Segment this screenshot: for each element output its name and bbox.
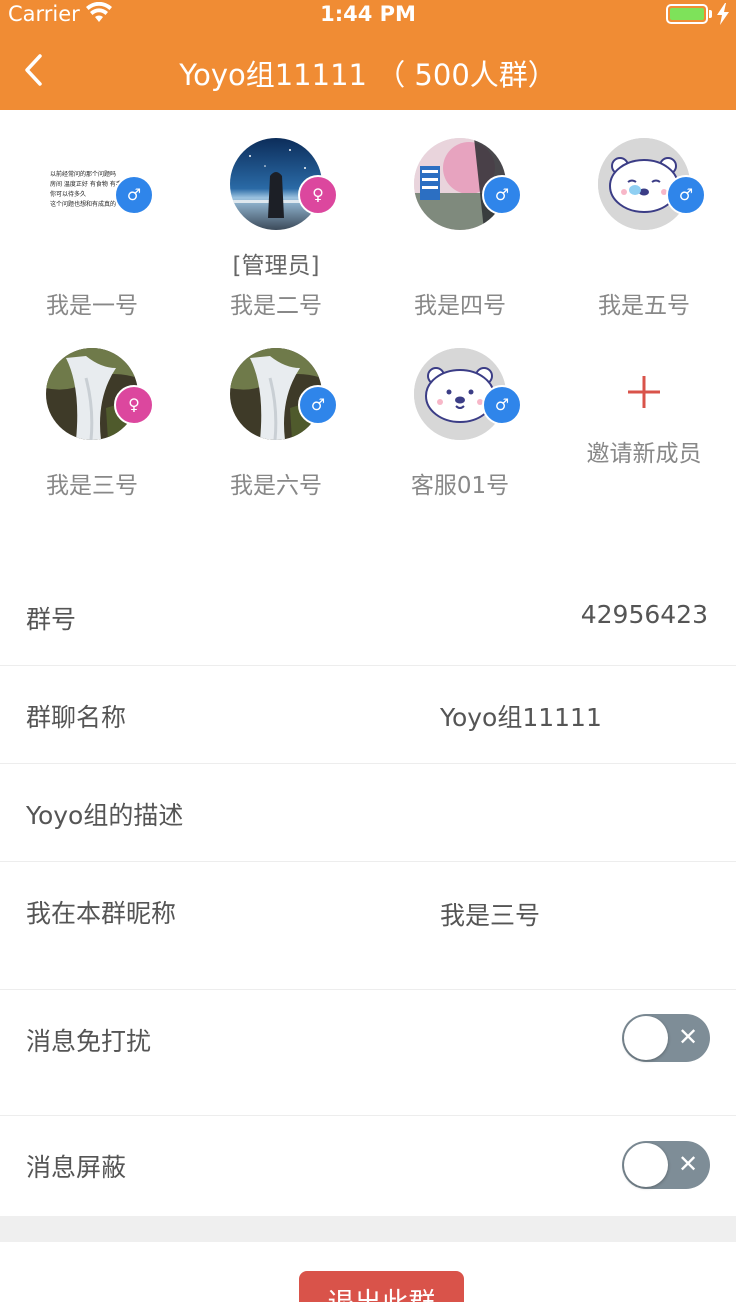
avatar-text-line: 以前经常问的那个问题吗: [50, 170, 116, 178]
member-item[interactable]: ♀ [管理员] 我是二号: [184, 110, 368, 319]
plus-icon: [628, 376, 660, 408]
member-item[interactable]: ♂ 我是六号: [184, 320, 368, 520]
member-name: 我是三号: [46, 473, 138, 499]
member-name: 我是四号: [414, 293, 506, 319]
block-toggle[interactable]: ✕: [622, 1141, 710, 1189]
nav-bar: Yoyo组11111 （ 500人群）: [0, 28, 736, 110]
page-title: Yoyo组11111 （ 500人群）: [179, 58, 557, 92]
charging-bolt-icon: [717, 3, 729, 25]
gender-male-badge-icon: ♂: [666, 175, 706, 215]
mute-toggle[interactable]: ✕: [622, 1014, 710, 1062]
gender-male-badge-icon: ♂: [482, 175, 522, 215]
nickname-row[interactable]: 我在本群昵称 我是三号: [0, 862, 736, 990]
member-name: 我是二号: [230, 293, 322, 319]
member-name: 客服01号: [410, 473, 510, 499]
group-id-row: 群号 42956423: [0, 568, 736, 666]
battery-icon: [666, 4, 708, 24]
group-name-row[interactable]: 群聊名称 Yoyo组11111: [0, 666, 736, 764]
gender-male-badge-icon: ♂: [482, 385, 522, 425]
status-bar: Carrier 1:44 PM: [0, 0, 736, 28]
avatar-text-line: 这个问题也想和有成真的一: [50, 200, 122, 208]
group-name-label: 群聊名称: [26, 703, 127, 732]
group-description-label: Yoyo组的描述: [26, 801, 184, 830]
close-icon: ✕: [677, 1150, 699, 1178]
group-id-label: 群号: [26, 605, 77, 634]
battery-tip: [709, 10, 712, 18]
clock: 1:44 PM: [320, 2, 416, 26]
member-name: 我是六号: [230, 473, 322, 499]
mute-row: 消息免打扰 ✕: [0, 990, 736, 1116]
avatar-text-line: 你可以待多久: [50, 190, 86, 198]
member-item[interactable]: ♂ 客服01号: [368, 320, 552, 520]
nickname-value[interactable]: 我是三号: [440, 896, 540, 932]
block-label: 消息屏蔽: [26, 1153, 127, 1182]
gender-male-badge-icon: ♂: [114, 175, 154, 215]
toggle-knob: [624, 1016, 668, 1060]
section-divider: [0, 1216, 736, 1242]
member-role-badge: [管理员]: [232, 253, 320, 279]
member-item[interactable]: ♂ 我是五号: [552, 110, 736, 319]
exit-group-button[interactable]: 退出此群: [299, 1271, 464, 1302]
member-item[interactable]: 以前经常问的那个问题吗 房间 温度正好 有食物 有手机 有 你可以待多久 这个问…: [0, 110, 184, 319]
group-id-value: 42956423: [580, 600, 708, 629]
group-name-value[interactable]: Yoyo组11111: [440, 698, 602, 734]
member-item[interactable]: ♂ 我是四号: [368, 110, 552, 319]
member-name: 我是一号: [46, 293, 138, 319]
block-row: 消息屏蔽 ✕: [0, 1116, 736, 1216]
gender-female-badge-icon: ♀: [298, 175, 338, 215]
invite-member-label: 邀请新成员: [586, 441, 702, 467]
invite-member-button[interactable]: 邀请新成员: [552, 340, 736, 480]
toggle-knob: [624, 1143, 668, 1187]
gender-female-badge-icon: ♀: [114, 385, 154, 425]
member-name: 我是五号: [598, 293, 690, 319]
group-description-row[interactable]: Yoyo组的描述: [0, 764, 736, 862]
nickname-label: 我在本群昵称: [26, 899, 177, 928]
member-item[interactable]: ♀ 我是三号: [0, 320, 184, 520]
mute-label: 消息免打扰: [26, 1027, 152, 1056]
gender-male-badge-icon: ♂: [298, 385, 338, 425]
close-icon: ✕: [677, 1023, 699, 1051]
